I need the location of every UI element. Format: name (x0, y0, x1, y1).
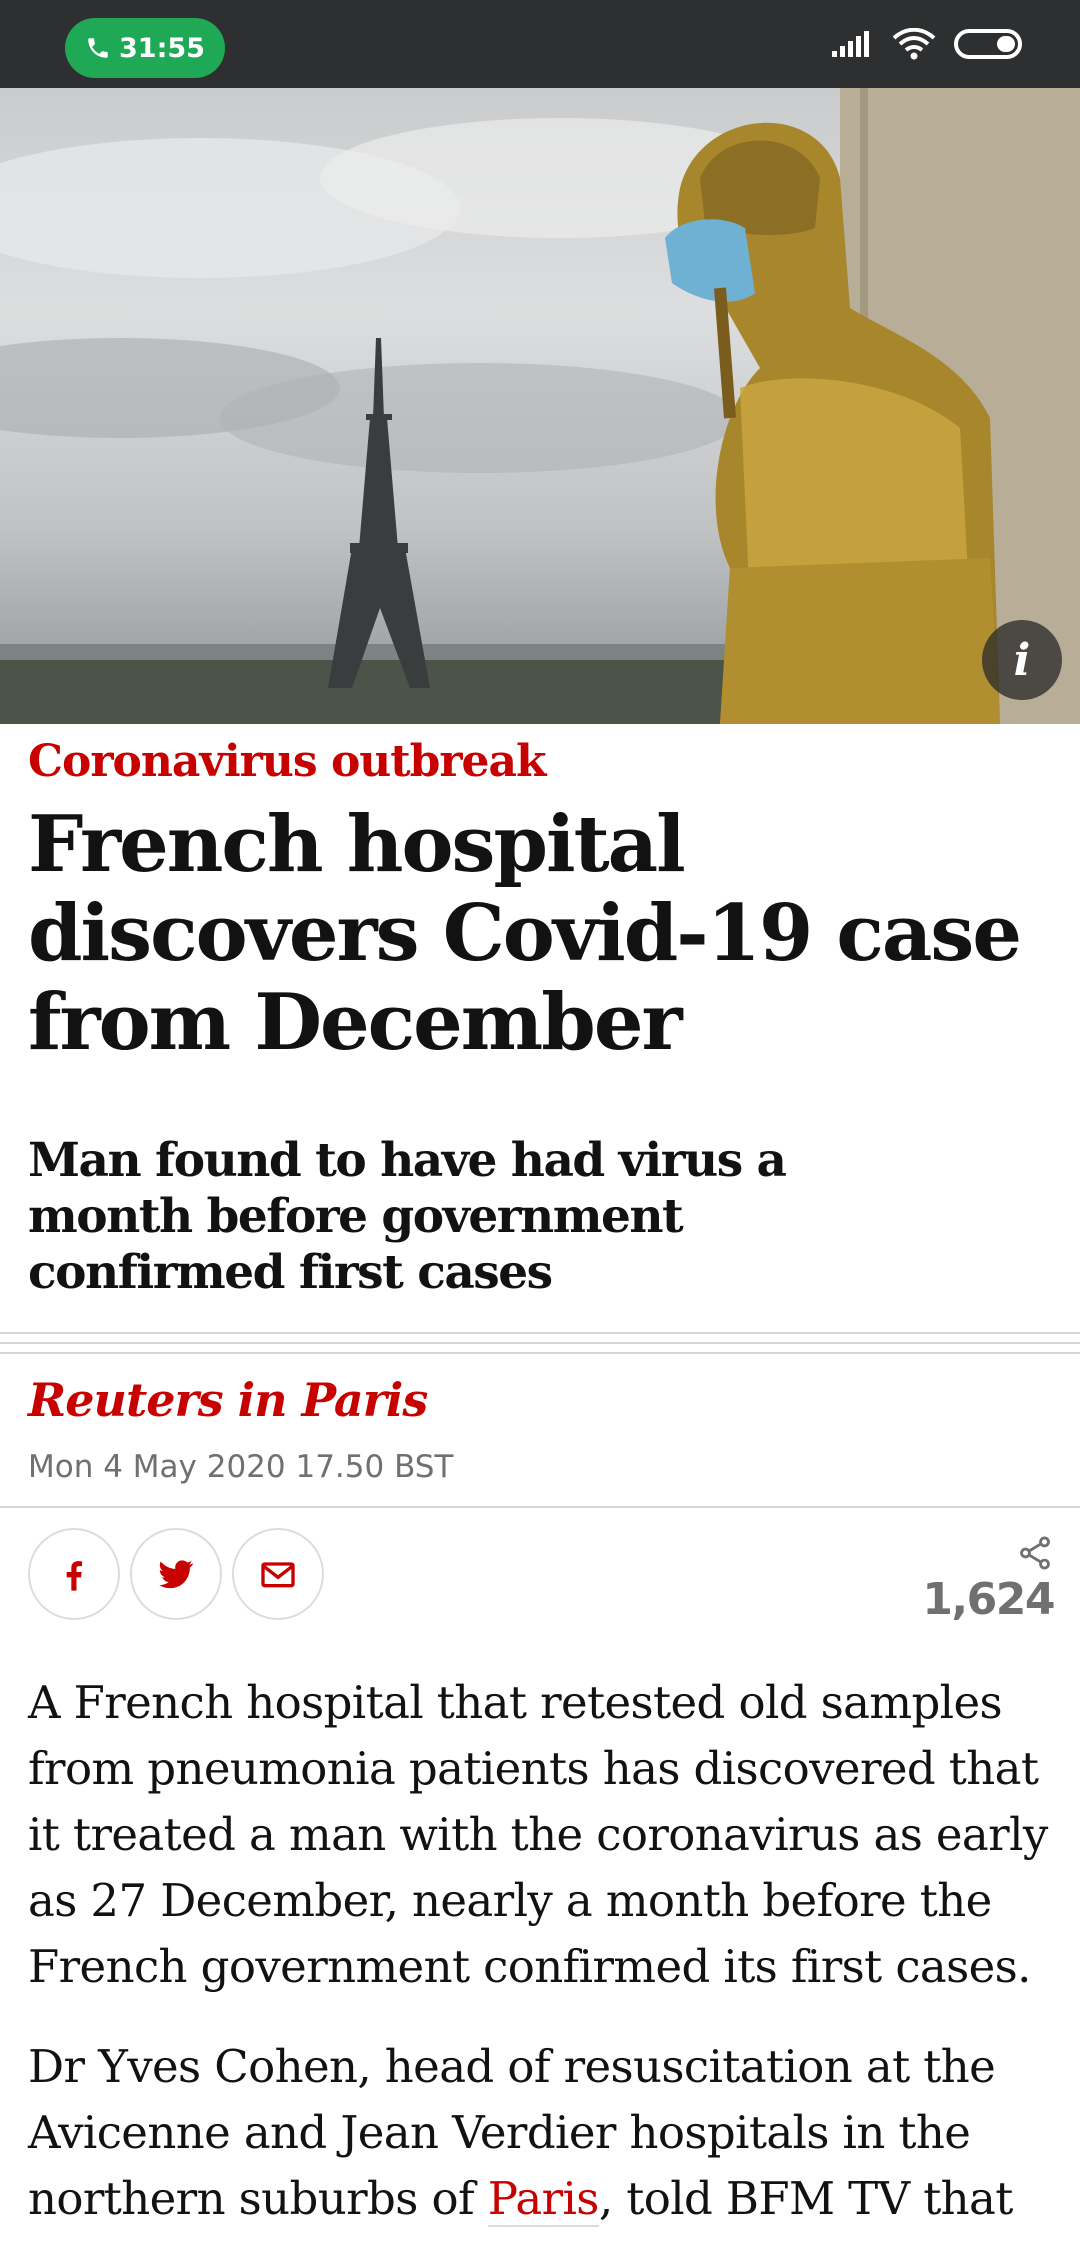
share-twitter-button[interactable] (130, 1528, 222, 1620)
signal-icon (832, 31, 869, 57)
ongoing-call-pill[interactable]: 31:55 (65, 18, 225, 78)
status-bar: 31:55 (0, 0, 1080, 88)
twitter-icon (159, 1560, 194, 1589)
email-icon (261, 1562, 295, 1588)
article-headline: French hospital discovers Covid-19 case … (28, 799, 1022, 1068)
share-buttons (28, 1528, 324, 1620)
battery-icon (954, 29, 1022, 59)
publish-date: Mon 4 May 2020 17.50 BST (28, 1449, 454, 1485)
call-timer: 31:55 (119, 32, 205, 64)
phone-icon (88, 38, 108, 58)
article-body: A French hospital that retested old samp… (28, 1670, 1058, 2246)
section-kicker[interactable]: Coronavirus outbreak (28, 736, 547, 787)
article-standfirst: Man found to have had virus a month befo… (28, 1133, 787, 1300)
image-info-button[interactable]: i (982, 620, 1062, 700)
share-facebook-button[interactable] (28, 1528, 120, 1620)
share-icon (1020, 1536, 1050, 1570)
share-count[interactable]: 1,624 (922, 1534, 1055, 1625)
byline[interactable]: Reuters in Paris (28, 1373, 428, 1427)
body-paragraph: A French hospital that retested old samp… (28, 1676, 1048, 1993)
header-rules (0, 1332, 1080, 1362)
wifi-icon (892, 28, 936, 60)
share-email-button[interactable] (232, 1528, 324, 1620)
body-paragraph: Dr Yves Cohen, head of resuscitation at … (28, 2034, 1058, 2232)
paris-link[interactable]: Paris (487, 2172, 599, 2227)
share-count-value: 1,624 (922, 1574, 1055, 1625)
body-text-segment: , told BFM TV that (598, 2172, 1014, 2225)
meta-divider (0, 1506, 1080, 1508)
facebook-icon (66, 1561, 82, 1591)
hero-image: i (0, 88, 1080, 724)
